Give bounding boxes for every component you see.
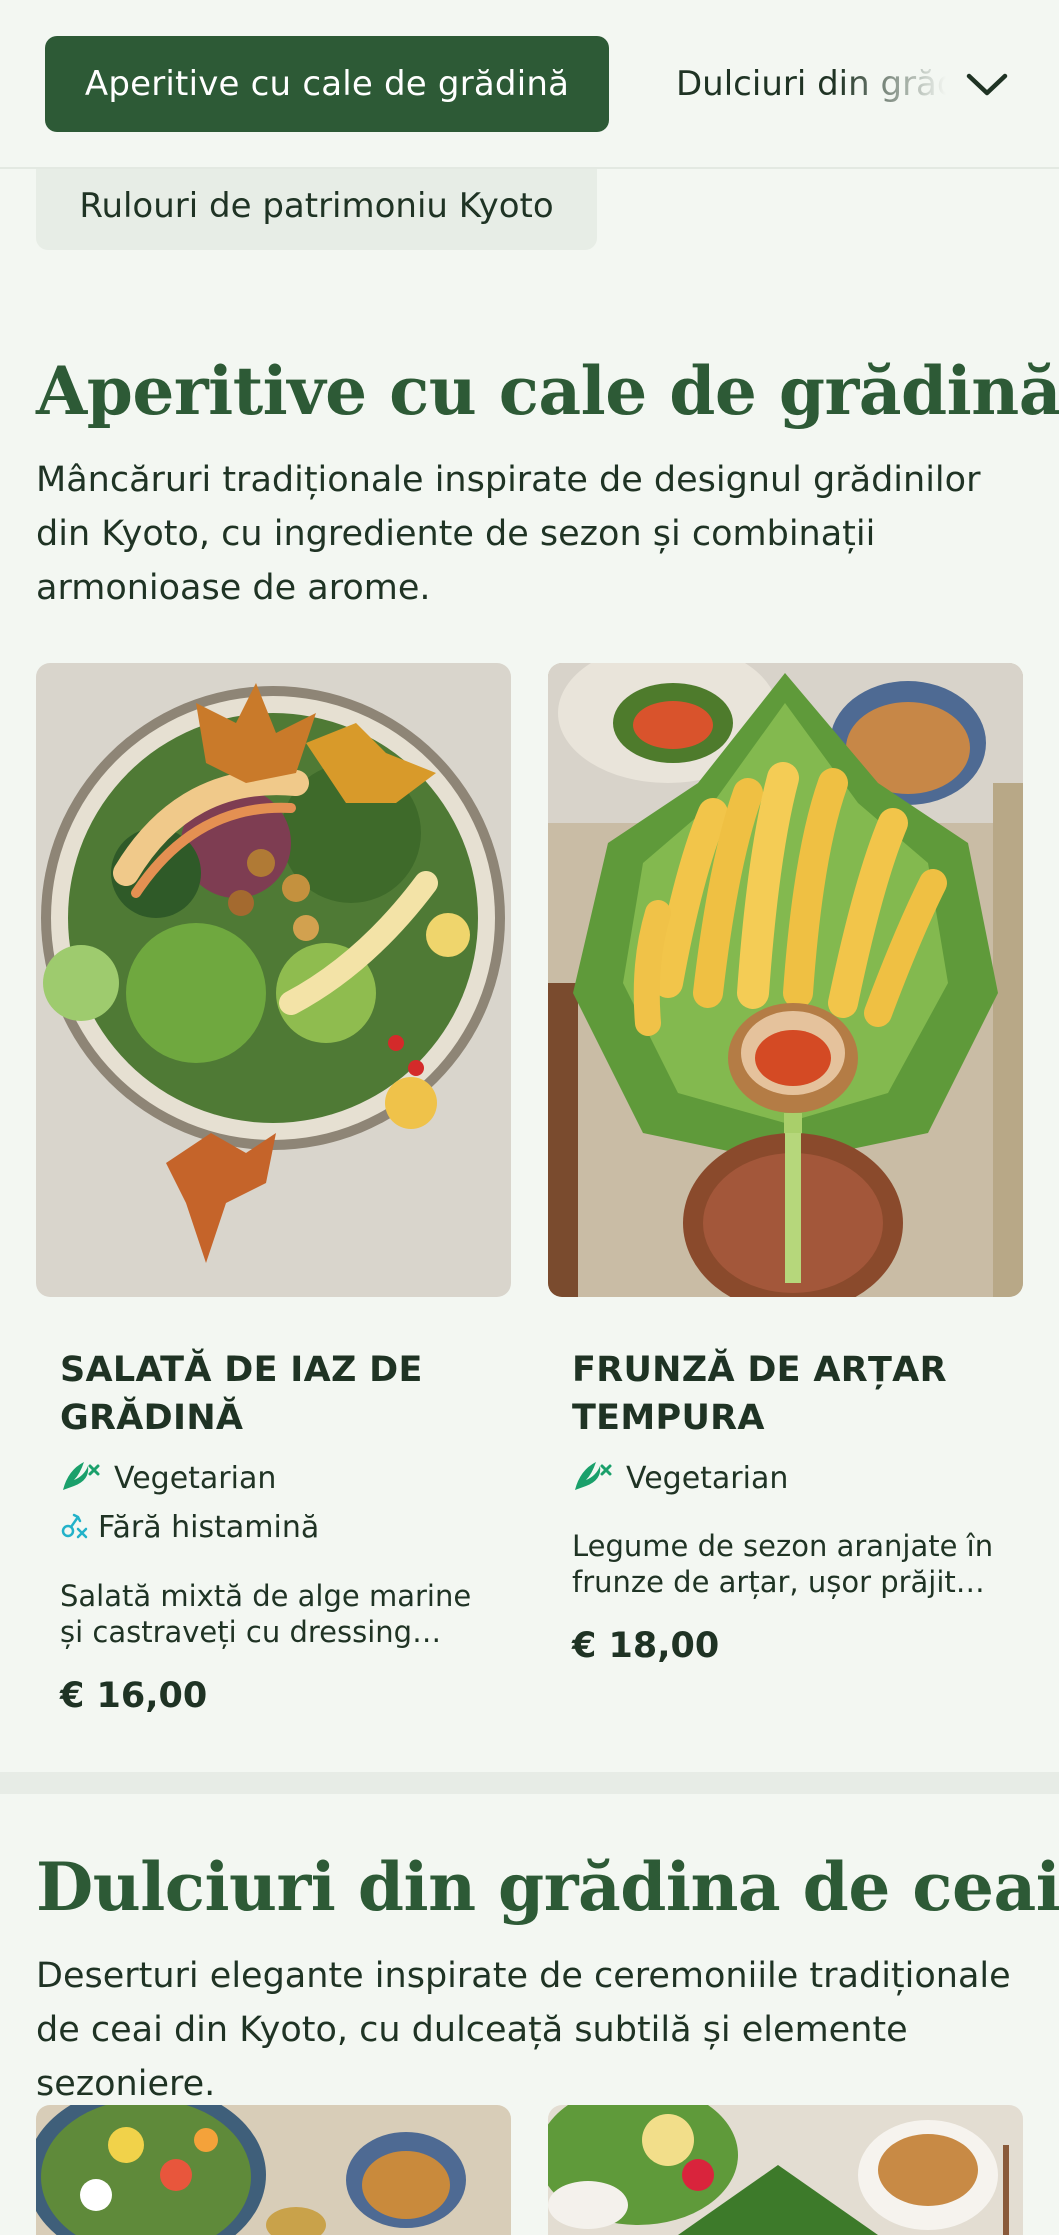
category-nav: Aperitive cu cale de grădină Dulciuri di… — [0, 0, 1059, 169]
dietary-tag: Fără histamină — [60, 1507, 319, 1547]
tag-label: Vegetarian — [114, 1460, 277, 1496]
tempura-image[interactable] — [548, 663, 1023, 1297]
tag-label: Fără histamină — [98, 1509, 320, 1545]
section-divider — [0, 1772, 1059, 1794]
item-name[interactable]: Frunză de arțar tempura — [572, 1346, 1002, 1442]
item-description: Salată mixtă de alge marine și castraveț… — [60, 1579, 472, 1649]
chevron-down-icon[interactable] — [960, 58, 1014, 112]
nav-tab-desserts[interactable]: Dulciuri din grădina de ceai — [676, 36, 946, 132]
dietary-tag: Vegetarian — [572, 1456, 788, 1500]
dietary-tag: Vegetarian — [60, 1456, 276, 1500]
vegetarian-icon — [60, 1456, 102, 1500]
item-price: € 16,00 — [60, 1676, 208, 1716]
item-name[interactable]: Salată de iaz de grădină — [60, 1346, 490, 1442]
dessert-image[interactable] — [36, 2105, 511, 2235]
nav-tab-kyoto-rolls[interactable]: Rulouri de patrimoniu Kyoto — [36, 162, 597, 250]
section-title: Dulciuri din grădina de ceai — [36, 1848, 1059, 1926]
section-title: Aperitive cu cale de grădină — [36, 352, 1059, 430]
section-description: Deserturi elegante inspirate de ceremoni… — [36, 1956, 1011, 2104]
dessert-image[interactable] — [548, 2105, 1023, 2235]
item-price: € 18,00 — [572, 1626, 720, 1666]
nav-tab-appetizers[interactable]: Aperitive cu cale de grădină — [45, 36, 609, 132]
vegetarian-icon — [572, 1456, 614, 1500]
section-description: Mâncăruri tradiționale inspirate de desi… — [36, 460, 981, 608]
tag-label: Vegetarian — [626, 1460, 789, 1496]
salad-image[interactable] — [36, 663, 511, 1297]
item-description: Legume de sezon aranjate în frunze de ar… — [572, 1529, 994, 1599]
histamine-free-icon — [60, 1507, 88, 1547]
